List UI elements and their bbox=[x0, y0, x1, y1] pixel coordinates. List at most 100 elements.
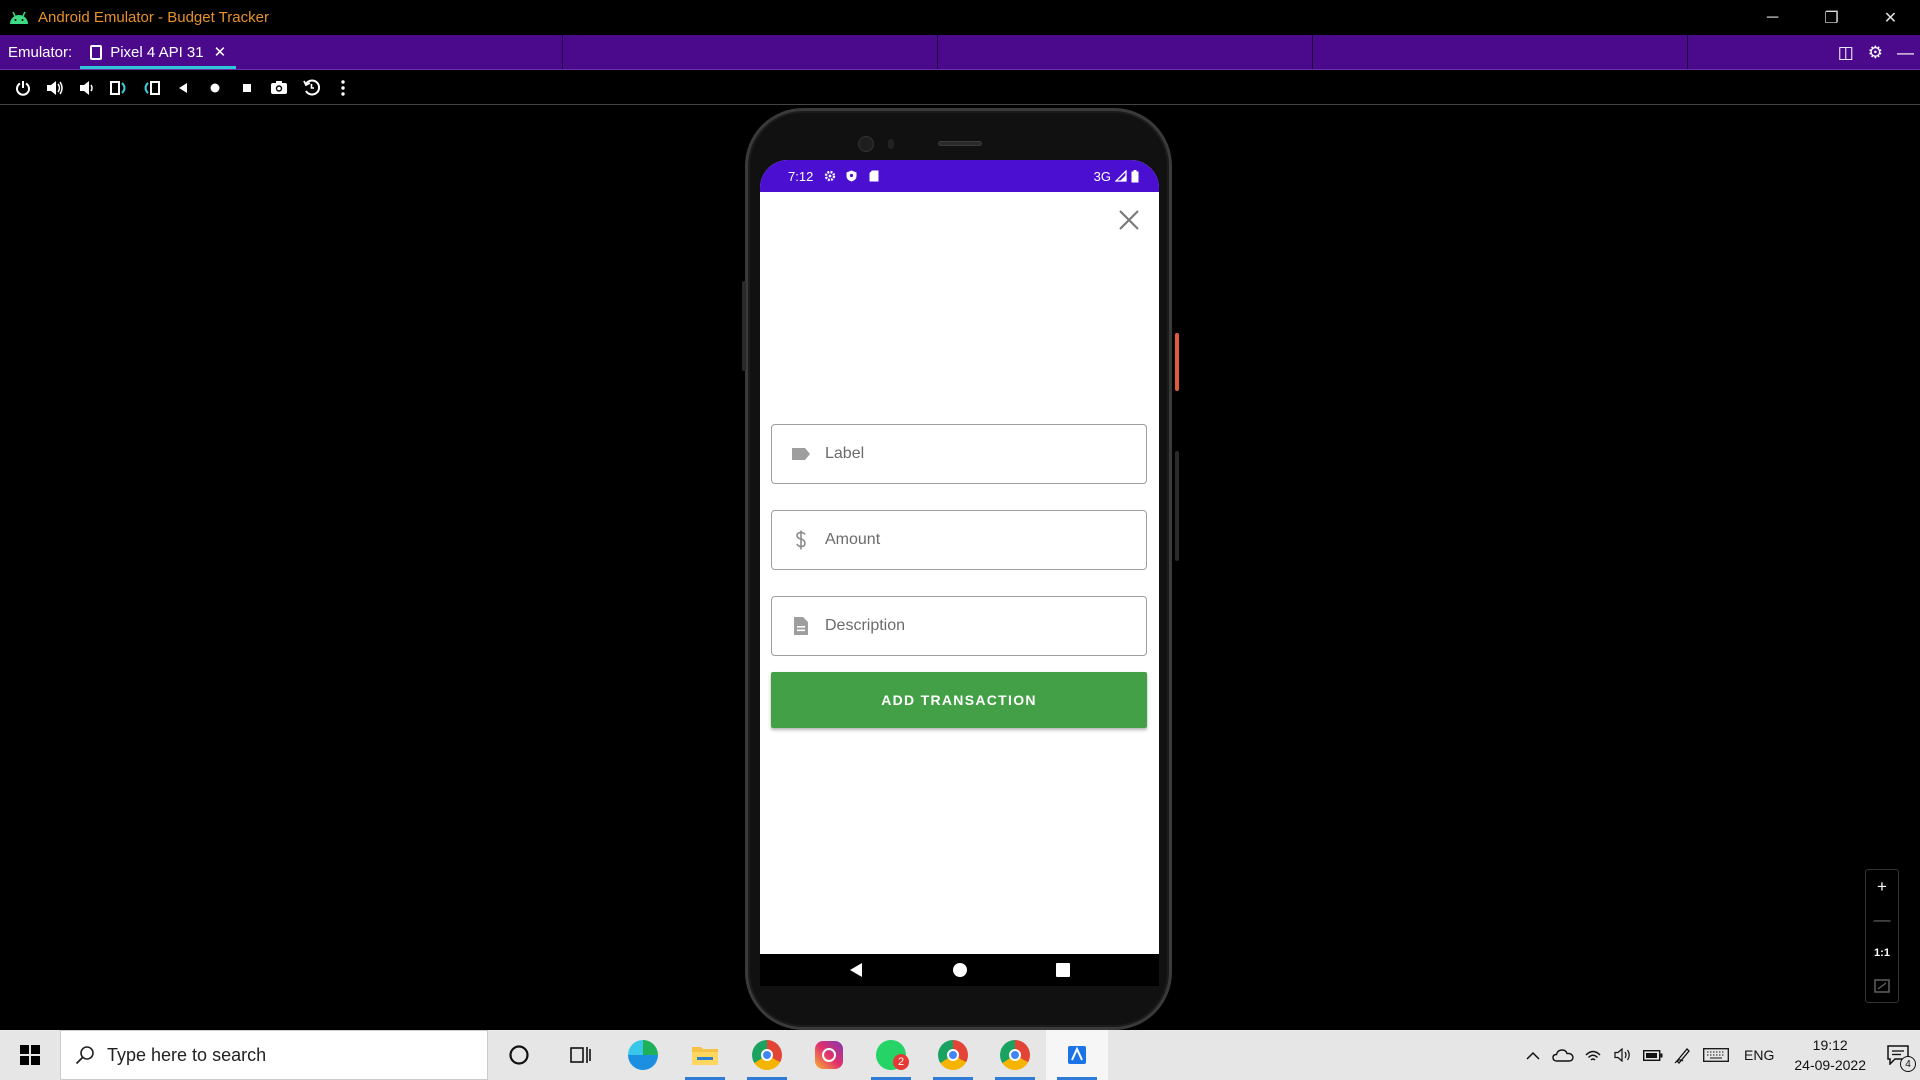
network-type: 3G bbox=[1093, 168, 1111, 184]
battery-tray-icon[interactable] bbox=[1638, 1049, 1668, 1061]
device-frame: 7:12 3G Label Amount Description ADD TRA… bbox=[742, 108, 1179, 1030]
restore-button[interactable]: ❐ bbox=[1802, 0, 1861, 35]
zoom-in-button[interactable]: + bbox=[1866, 870, 1898, 903]
close-icon[interactable] bbox=[1115, 206, 1143, 234]
cortana-icon bbox=[509, 1045, 529, 1065]
overview-icon[interactable] bbox=[231, 73, 263, 103]
whatsapp-badge: 2 bbox=[893, 1054, 909, 1070]
cortana-button[interactable] bbox=[488, 1030, 550, 1080]
notification-count: 4 bbox=[1900, 1056, 1916, 1072]
zoom-out-button[interactable]: — bbox=[1866, 903, 1898, 936]
device-screen: 7:12 3G Label Amount Description ADD TRA… bbox=[760, 160, 1159, 986]
clock[interactable]: 19:12 24-09-2022 bbox=[1784, 1035, 1876, 1075]
camera-icon[interactable] bbox=[263, 73, 295, 103]
minimize-button[interactable]: ─ bbox=[1743, 0, 1802, 35]
language-indicator[interactable]: ENG bbox=[1734, 1047, 1784, 1063]
close-window-button[interactable]: ✕ bbox=[1861, 0, 1920, 35]
pen-icon[interactable] bbox=[1668, 1046, 1698, 1064]
label-tag-icon bbox=[790, 443, 812, 465]
notification-center-button[interactable]: 4 bbox=[1876, 1030, 1920, 1080]
front-camera bbox=[858, 136, 874, 152]
settings-gear-icon[interactable]: ⚙ bbox=[1868, 43, 1883, 63]
clock-date: 24-09-2022 bbox=[1794, 1057, 1866, 1073]
hide-panel-icon[interactable]: — bbox=[1897, 43, 1914, 63]
emulator-tab-bar: Emulator: Pixel 4 API 31 ✕ ◫ ⚙ — bbox=[0, 35, 1920, 70]
tab-close-icon[interactable]: ✕ bbox=[214, 43, 227, 61]
taskbar-instagram[interactable] bbox=[798, 1030, 860, 1080]
shield-icon bbox=[845, 170, 858, 183]
nav-overview-icon[interactable] bbox=[1055, 962, 1071, 978]
battery-icon bbox=[1131, 169, 1139, 182]
windows-logo-icon bbox=[20, 1045, 40, 1065]
android-studio-icon bbox=[1068, 1046, 1086, 1064]
back-icon[interactable] bbox=[167, 73, 199, 103]
task-view-icon bbox=[570, 1047, 591, 1063]
chevron-up-icon[interactable] bbox=[1518, 1051, 1548, 1060]
zoom-controls: + — 1:1 bbox=[1865, 869, 1899, 1003]
taskbar-whatsapp[interactable]: 2 bbox=[860, 1030, 922, 1080]
add-transaction-screen: ADD TRANSACTION bbox=[760, 192, 1159, 954]
taskbar-chrome-2[interactable] bbox=[922, 1030, 984, 1080]
volume-side-button[interactable] bbox=[1175, 451, 1179, 561]
document-icon bbox=[790, 615, 812, 637]
fit-screen-button[interactable] bbox=[1866, 969, 1898, 1002]
home-icon[interactable] bbox=[199, 73, 231, 103]
start-button[interactable] bbox=[0, 1030, 60, 1080]
rotate-right-icon[interactable] bbox=[135, 73, 167, 103]
speaker-icon[interactable] bbox=[1608, 1048, 1638, 1062]
tab-divider bbox=[1687, 35, 1688, 69]
volume-down-icon[interactable] bbox=[71, 73, 103, 103]
search-placeholder: Type here to search bbox=[107, 1044, 267, 1065]
settings-status-icon bbox=[823, 170, 836, 183]
onedrive-icon[interactable] bbox=[1548, 1048, 1578, 1062]
earpiece-speaker bbox=[938, 141, 982, 146]
amount-input[interactable] bbox=[825, 531, 1125, 549]
taskbar-chrome-1[interactable] bbox=[736, 1030, 798, 1080]
dock-icon[interactable]: ◫ bbox=[1838, 43, 1854, 63]
task-view-button[interactable] bbox=[550, 1030, 612, 1080]
chrome-icon bbox=[752, 1040, 782, 1070]
tab-divider bbox=[1312, 35, 1313, 69]
rotate-left-icon[interactable] bbox=[103, 73, 135, 103]
keyboard-icon[interactable] bbox=[1698, 1048, 1734, 1062]
label-field[interactable] bbox=[771, 424, 1147, 484]
taskbar-search[interactable]: Type here to search bbox=[60, 1030, 488, 1080]
nav-home-icon[interactable] bbox=[952, 962, 968, 978]
proximity-sensor bbox=[888, 139, 894, 149]
description-field[interactable] bbox=[771, 596, 1147, 656]
folder-icon bbox=[692, 1047, 718, 1065]
taskbar-chrome-3[interactable] bbox=[984, 1030, 1046, 1080]
device-icon bbox=[90, 44, 103, 60]
status-bar: 7:12 3G bbox=[760, 160, 1159, 192]
description-input[interactable] bbox=[825, 617, 1125, 635]
label-input[interactable] bbox=[825, 445, 1125, 463]
tab-divider bbox=[937, 35, 938, 69]
windows-taskbar: Type here to search 2 ENG 19:12 24-09-20… bbox=[0, 1030, 1920, 1080]
android-icon bbox=[10, 11, 28, 24]
nav-back-icon[interactable] bbox=[848, 962, 864, 978]
fit-screen-icon bbox=[1874, 978, 1890, 993]
chrome-icon bbox=[938, 1040, 968, 1070]
edge-icon bbox=[628, 1040, 658, 1070]
left-side-button bbox=[742, 281, 746, 371]
tab-label: Pixel 4 API 31 bbox=[110, 43, 204, 61]
add-transaction-button[interactable]: ADD TRANSACTION bbox=[771, 672, 1147, 728]
taskbar-file-explorer[interactable] bbox=[674, 1030, 736, 1080]
wifi-icon[interactable] bbox=[1578, 1047, 1608, 1063]
volume-up-icon[interactable] bbox=[39, 73, 71, 103]
more-icon[interactable] bbox=[327, 73, 359, 103]
window-title-bar: Android Emulator - Budget Tracker ─ ❐ ✕ bbox=[0, 0, 1920, 35]
amount-field[interactable] bbox=[771, 510, 1147, 570]
window-title: Android Emulator - Budget Tracker bbox=[38, 9, 269, 26]
power-icon[interactable] bbox=[7, 73, 39, 103]
search-icon bbox=[75, 1046, 94, 1065]
snapshot-icon[interactable] bbox=[295, 73, 327, 103]
taskbar-android-studio[interactable] bbox=[1046, 1030, 1108, 1080]
tab-divider bbox=[562, 35, 563, 69]
power-side-button[interactable] bbox=[1175, 333, 1179, 391]
signal-icon bbox=[1115, 170, 1127, 182]
android-nav-bar bbox=[760, 954, 1159, 986]
taskbar-edge[interactable] bbox=[612, 1030, 674, 1080]
tab-pixel-4-api-31[interactable]: Pixel 4 API 31 ✕ bbox=[80, 35, 237, 69]
actual-size-button[interactable]: 1:1 bbox=[1866, 936, 1898, 969]
